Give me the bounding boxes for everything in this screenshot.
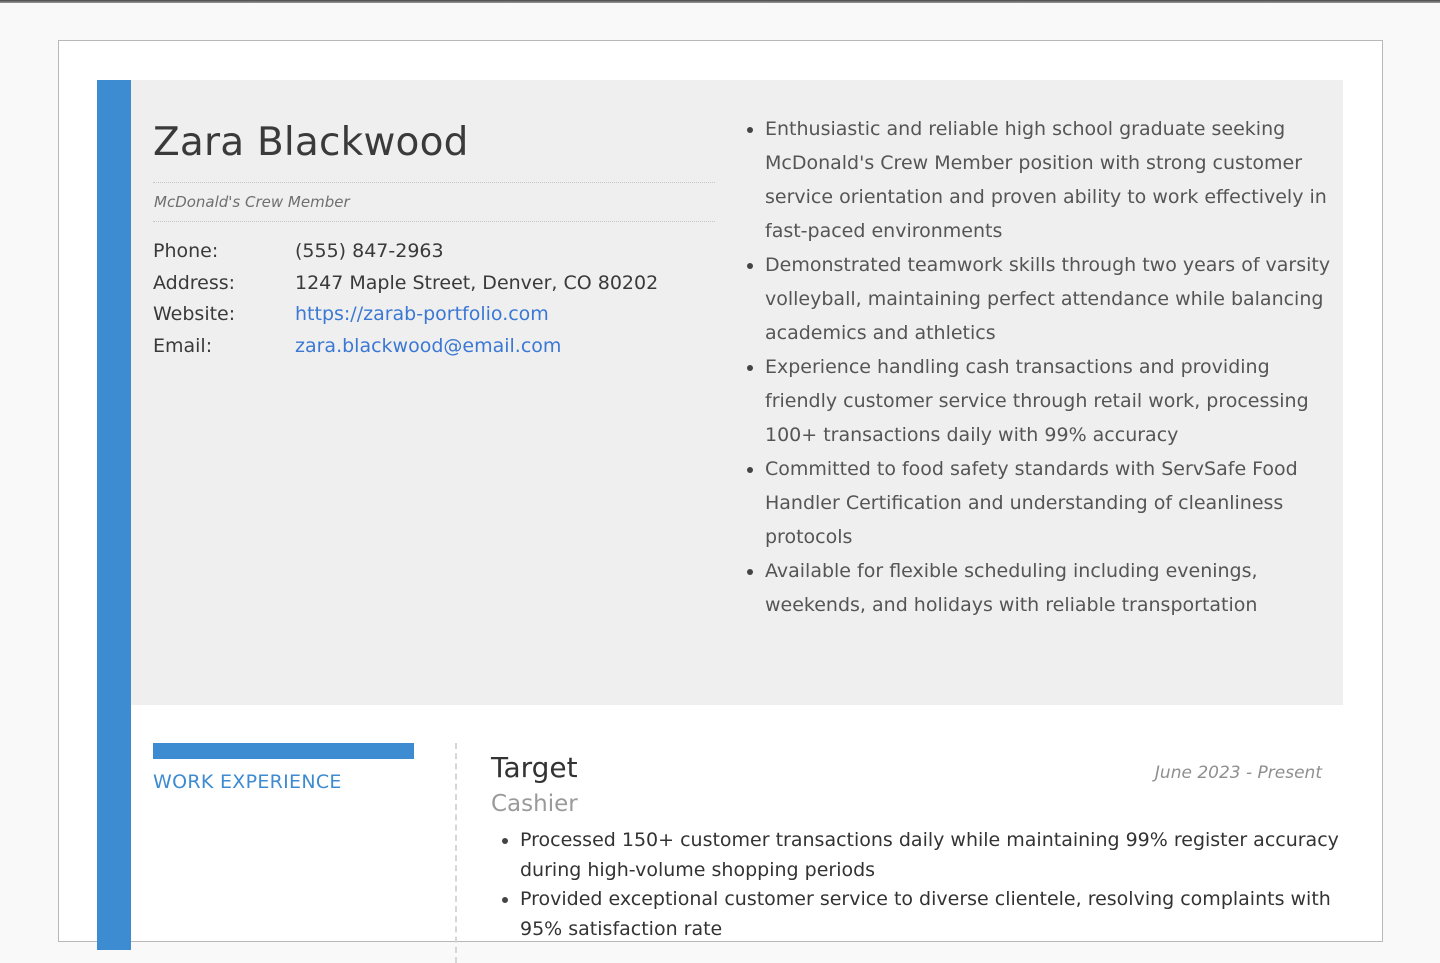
employer-name: Target <box>491 751 578 784</box>
job-duty: Processed 150+ customer transactions dai… <box>520 826 1342 885</box>
summary-item: Available for flexible scheduling includ… <box>765 554 1341 622</box>
email-link[interactable]: zara.blackwood@email.com <box>295 331 561 363</box>
phone-value: (555) 847-2963 <box>295 240 444 262</box>
website-link[interactable]: https://zarab-portfolio.com <box>295 299 549 331</box>
job-duties-list: Processed 150+ customer transactions dai… <box>500 826 1342 944</box>
resume-header: Zara Blackwood McDonald's Crew Member Ph… <box>131 80 1343 705</box>
section-divider-line <box>455 743 457 963</box>
summary-item: Enthusiastic and reliable high school gr… <box>765 112 1341 248</box>
resume-page: Zara Blackwood McDonald's Crew Member Ph… <box>58 40 1383 963</box>
summary-list: Enthusiastic and reliable high school gr… <box>745 112 1341 622</box>
phone-label: Phone: <box>153 240 219 262</box>
divider <box>153 182 715 183</box>
accent-sidebar <box>97 80 131 950</box>
section-accent-bar <box>153 743 414 759</box>
address-value: 1247 Maple Street, Denver, CO 80202 <box>295 271 659 294</box>
address-label: Address: <box>153 271 236 294</box>
website-label: Website: <box>153 303 236 325</box>
window-top-edge <box>0 0 1440 3</box>
job-role: Cashier <box>491 791 578 817</box>
divider <box>153 221 715 222</box>
email-label: Email: <box>153 334 213 357</box>
summary-item: Committed to food safety standards with … <box>765 452 1341 554</box>
candidate-name: Zara Blackwood <box>153 120 469 165</box>
employment-dates: June 2023 - Present <box>1154 763 1322 783</box>
summary-item: Demonstrated teamwork skills through two… <box>765 248 1341 350</box>
summary-item: Experience handling cash transactions an… <box>765 350 1341 452</box>
section-heading-work-experience: WORK EXPERIENCE <box>153 771 342 793</box>
job-duty: Provided exceptional customer service to… <box>520 885 1342 944</box>
target-job-title: McDonald's Crew Member <box>154 193 350 211</box>
